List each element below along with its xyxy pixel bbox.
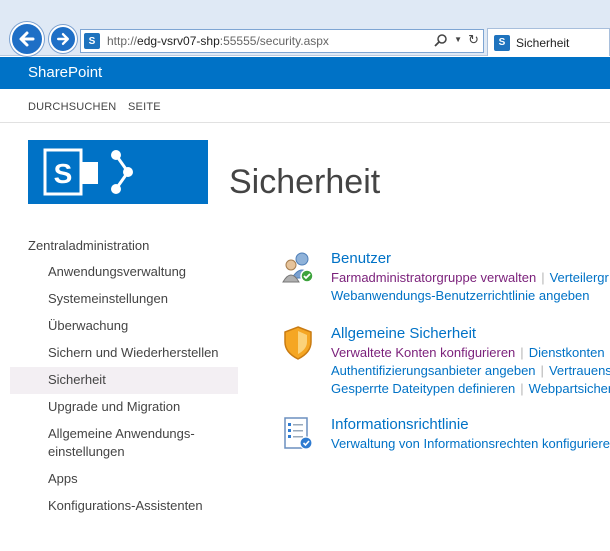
tab-title: Sicherheit (516, 35, 570, 50)
tab-favicon-icon: S (494, 34, 510, 51)
link-separator: | (520, 381, 524, 396)
nav-item-konfigurations-assistenten[interactable]: Konfigurations-Assistenten (10, 493, 238, 520)
ribbon-tab-seite[interactable]: SEITE (128, 101, 161, 113)
back-button[interactable] (10, 22, 44, 56)
forward-arrow-icon (57, 33, 69, 45)
users-icon (282, 252, 314, 283)
section-title-allgemeine-sicherheit[interactable]: Allgemeine Sicherheit (331, 325, 476, 342)
url-host: edg-vsrv07-shp (137, 34, 220, 48)
section-title-benutzer[interactable]: Benutzer (331, 250, 391, 267)
left-navigation: Zentraladministration Anwendungsverwaltu… (10, 232, 238, 520)
nav-root-zentraladministration[interactable]: Zentraladministration (10, 232, 238, 259)
link-verteilergruppen[interactable]: Verteilergr (550, 270, 609, 285)
section-links-informationsrichtlinie: Verwaltung von Informationsrechten konfi… (331, 435, 610, 453)
link-webpartsicherheit[interactable]: Webpartsicher (529, 381, 610, 396)
search-icon[interactable] (434, 33, 448, 47)
link-dienstkonten[interactable]: Dienstkonten (529, 345, 605, 360)
link-informationsrechte-verwaltung[interactable]: Verwaltung von Informationsrechten konfi… (331, 436, 610, 451)
link-gesperrte-dateitypen[interactable]: Gesperrte Dateitypen definieren (331, 381, 515, 396)
suite-bar: SharePoint (0, 57, 610, 89)
nav-item-label-line2: einstellungen (48, 444, 125, 459)
link-separator: | (520, 345, 524, 360)
address-url[interactable]: http://edg-vsrv07-shp:55555/security.asp… (107, 34, 329, 48)
sharepoint-favicon-icon: S (84, 33, 100, 49)
ribbon: DURCHSUCHEN SEITE (0, 89, 610, 123)
sharepoint-brand[interactable]: SharePoint (28, 64, 102, 81)
refresh-icon[interactable]: ↻ (468, 33, 479, 47)
nav-item-anwendungsverwaltung[interactable]: Anwendungsverwaltung (10, 259, 238, 286)
link-separator: | (541, 270, 545, 285)
link-separator: | (540, 363, 544, 378)
nav-item-label-line1: Allgemeine Anwendungs- (48, 426, 195, 441)
section-links-benutzer: Farmadministratorgruppe verwalten | Vertei… (331, 269, 609, 305)
shield-icon (284, 326, 312, 360)
site-logo[interactable]: S (28, 140, 208, 204)
link-authentifizierungsanbieter[interactable]: Authentifizierungsanbieter angeben (331, 363, 536, 378)
dropdown-arrow-icon[interactable]: ▼ (454, 33, 462, 47)
forward-button[interactable] (49, 25, 77, 53)
link-farmadministratorgruppe[interactable]: Farmadministratorgruppe verwalten (331, 270, 536, 285)
section-title-informationsrichtlinie[interactable]: Informationsrichtlinie (331, 416, 469, 433)
nav-item-upgrade[interactable]: Upgrade und Migration (10, 394, 238, 421)
sharepoint-logo-icon: S (43, 148, 133, 196)
browser-tab[interactable]: S Sicherheit (487, 28, 610, 56)
link-verwaltete-konten[interactable]: Verwaltete Konten konfigurieren (331, 345, 515, 360)
back-arrow-icon (19, 31, 35, 47)
nav-item-apps[interactable]: Apps (10, 466, 238, 493)
nav-item-sicherheit[interactable]: Sicherheit (10, 367, 238, 394)
address-bar[interactable]: S http://edg-vsrv07-shp:55555/security.a… (80, 29, 484, 53)
svg-text:S: S (54, 158, 73, 189)
section-links-allgemeine-sicherheit: Verwaltete Konten konfigurieren | Dienstko… (331, 344, 610, 398)
nav-item-sichern[interactable]: Sichern und Wiederherstellen (10, 340, 238, 367)
nav-item-ueberwachung[interactable]: Überwachung (10, 313, 238, 340)
url-prefix: http:// (107, 34, 138, 48)
ribbon-tab-durchsuchen[interactable]: DURCHSUCHEN (28, 101, 116, 113)
browser-chrome: S http://edg-vsrv07-shp:55555/security.a… (0, 0, 610, 56)
url-path: :55555/security.aspx (219, 34, 329, 48)
nav-item-allgemeine-anwendungseinstellungen[interactable]: Allgemeine Anwendungs- einstellungen (10, 421, 238, 466)
policy-document-icon (284, 417, 313, 450)
link-webanwendungs-benutzerrichtlinie[interactable]: Webanwendungs-Benutzerrichtlinie angeben (331, 288, 590, 303)
link-vertrauensstellung[interactable]: Vertrauens (549, 363, 610, 378)
page-title: Sicherheit (229, 163, 381, 201)
nav-item-systemeinstellungen[interactable]: Systemeinstellungen (10, 286, 238, 313)
